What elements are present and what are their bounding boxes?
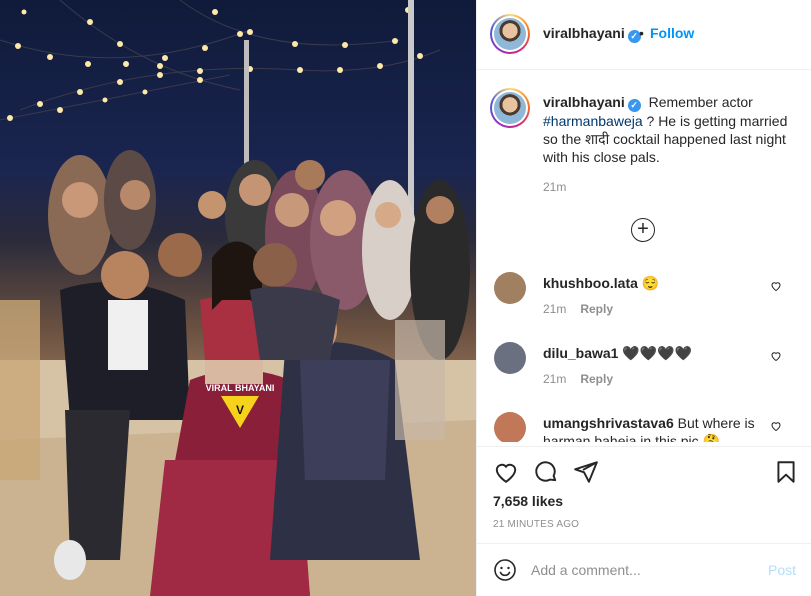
heart-icon[interactable]	[770, 280, 782, 292]
comment-meta: 21m Reply	[543, 372, 613, 386]
comment-text: khushboo.lata 😌	[543, 274, 773, 292]
comment-text: dilu_bawa1 🖤🖤🖤🖤	[543, 344, 773, 362]
post-photo[interactable]: VIRAL BHAYANI V	[0, 0, 476, 596]
comment-item: umangshrivastava6 But where is harman ba…	[477, 412, 811, 442]
reply-button[interactable]: Reply	[580, 372, 613, 386]
comment-body: 🖤🖤🖤🖤	[622, 345, 693, 361]
caption-hashtag-link[interactable]: #harmanbaweja	[543, 113, 643, 129]
follow-button[interactable]: Follow	[650, 25, 694, 41]
verified-badge-icon: ✓	[627, 99, 641, 112]
comment-item: khushboo.lata 😌 21m Reply	[477, 272, 811, 332]
commenter-username[interactable]: dilu_bawa1	[543, 345, 618, 361]
likes-count[interactable]: 7,658 likes	[493, 493, 563, 509]
reply-button[interactable]: Reply	[580, 302, 613, 316]
caption-time[interactable]: 21m	[543, 180, 566, 194]
commenter-avatar[interactable]	[494, 272, 526, 304]
commenter-avatar[interactable]	[494, 412, 526, 442]
comment-meta: 21m Reply	[543, 302, 613, 316]
svg-text:V: V	[236, 403, 244, 417]
comments-list: khushboo.lata 😌 21m Reply dilu_bawa1 🖤🖤🖤🖤…	[477, 262, 811, 442]
paper-plane-icon[interactable]	[573, 459, 599, 485]
post-detail-panel: viralbhayani ✓ • Follow viralbhayani ✓ Rem…	[476, 0, 811, 596]
add-comment-bar: Post	[477, 543, 811, 596]
commenter-username[interactable]: khushboo.lata	[543, 275, 638, 291]
plus-circle-icon[interactable]: +	[631, 218, 655, 242]
party-photo-illustration: VIRAL BHAYANI V	[0, 0, 476, 596]
comment-time[interactable]: 21m	[543, 372, 566, 386]
post-actions: 7,658 likes 21 MINUTES AGO Post	[477, 446, 811, 596]
comment-body: 😌	[641, 275, 660, 291]
watermark-text: VIRAL BHAYANI	[206, 383, 275, 393]
caption-text: viralbhayani ✓ Remember actor #harmanbawe…	[543, 93, 793, 166]
comment-text: umangshrivastava6 But where is harman ba…	[543, 414, 773, 442]
bookmark-icon[interactable]	[773, 459, 799, 485]
comment-item: dilu_bawa1 🖤🖤🖤🖤 21m Reply	[477, 342, 811, 402]
comment-input[interactable]	[531, 558, 751, 582]
caption-prefix: Remember actor	[648, 94, 753, 110]
caption-author-avatar[interactable]	[490, 88, 530, 128]
post-timestamp[interactable]: 21 MINUTES AGO	[493, 519, 579, 530]
author-username[interactable]: viralbhayani ✓	[543, 25, 641, 43]
author-avatar[interactable]	[490, 14, 530, 54]
heart-icon[interactable]	[493, 459, 519, 485]
separator-dot: •	[639, 25, 644, 41]
commenter-username[interactable]: umangshrivastava6	[543, 415, 674, 431]
post-header: viralbhayani ✓ • Follow	[477, 0, 811, 70]
comment-time[interactable]: 21m	[543, 302, 566, 316]
smiley-icon[interactable]	[493, 558, 517, 582]
caption-username[interactable]: viralbhayani ✓	[543, 94, 641, 112]
commenter-avatar[interactable]	[494, 342, 526, 374]
heart-icon[interactable]	[770, 420, 782, 432]
comment-bubble-icon[interactable]	[533, 459, 559, 485]
post-comment-button[interactable]: Post	[768, 562, 796, 578]
heart-icon[interactable]	[770, 350, 782, 362]
